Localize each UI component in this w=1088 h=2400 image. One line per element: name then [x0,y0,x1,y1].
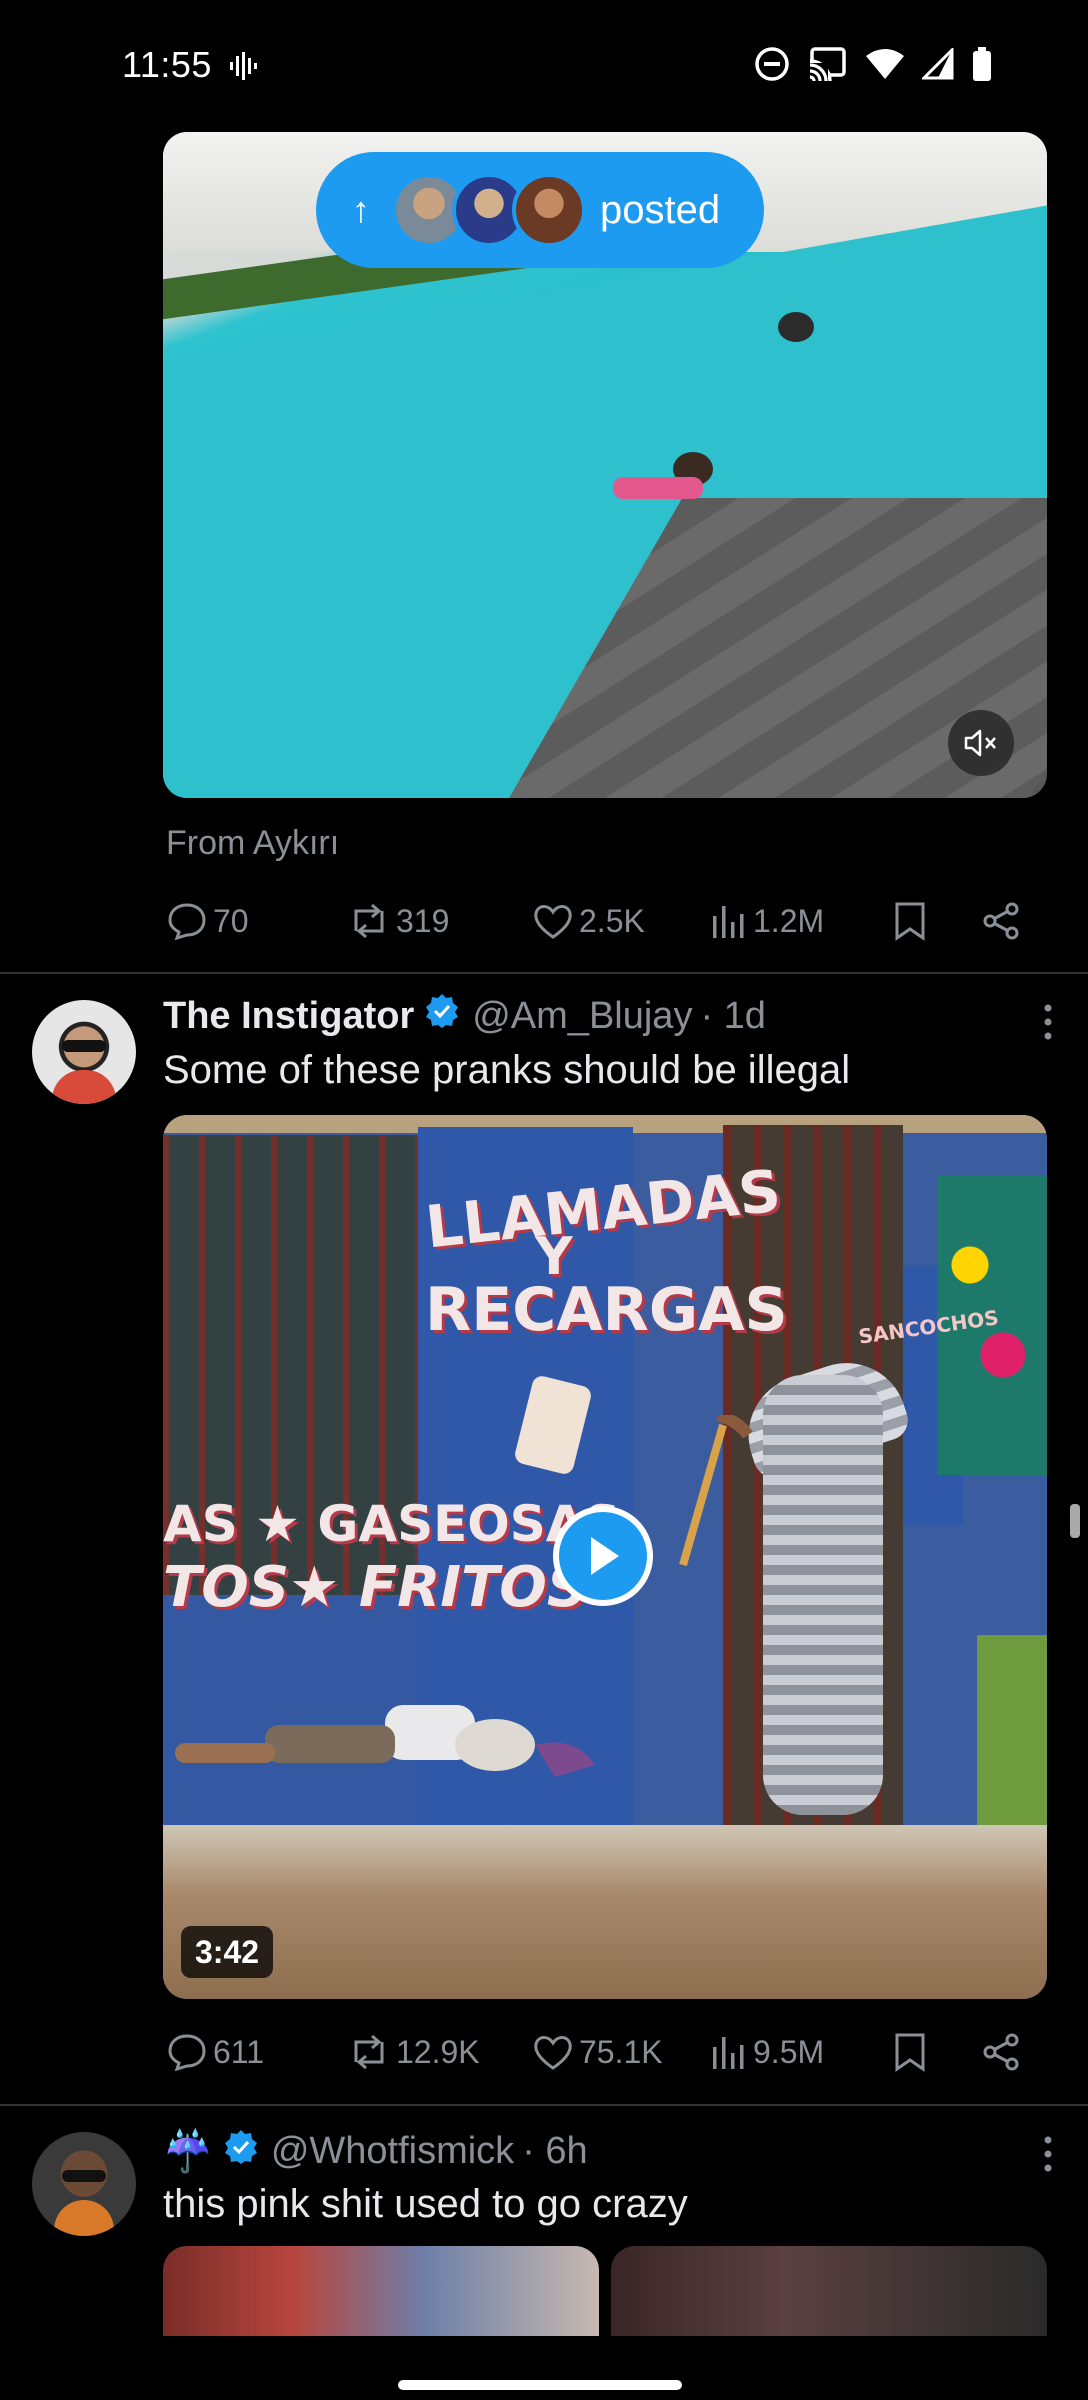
hand-with-broom [679,1415,753,1567]
more-options-icon[interactable] [1042,1004,1054,1045]
bookmark-icon [895,2033,925,2072]
posted-pill[interactable]: ↑ posted [316,152,764,268]
voicemail-icon [228,52,258,85]
post-actions: 70 319 2.5K 1.2M [163,891,1043,951]
repost-button[interactable]: 12.9K [348,2032,480,2072]
bookmark-icon [895,902,925,941]
views-button[interactable]: 9.5M [711,2033,824,2071]
views-count: 1.2M [753,902,825,939]
do-not-disturb-icon [754,46,790,82]
cast-icon [808,47,848,81]
reply-count: 70 [213,902,249,939]
bookmark-button[interactable] [893,901,927,941]
like-count: 2.5K [579,902,645,939]
reply-icon [168,2034,206,2072]
verified-badge-icon [223,2129,259,2175]
status-icons [754,46,992,82]
sign-text: TOS★ FRITOS [163,1555,588,1620]
author-name-emoji[interactable]: ☔ [163,2128,213,2175]
heart-icon [534,905,572,939]
reply-count: 611 [213,2033,265,2070]
sign-text: RECARGAS [425,1275,788,1345]
share-icon [983,902,1019,940]
more-options-icon[interactable] [1042,2136,1054,2177]
repost-icon [354,2034,384,2070]
sign-text: AS ★ GASEOSAS [163,1495,621,1553]
like-count: 75.1K [579,2033,663,2070]
avatar [512,173,586,247]
post-media-grid [163,2246,1047,2336]
post-text: this pink shit used to go crazy [163,2182,688,2226]
post-header: The Instigator @Am_Blujay · 1d [163,993,766,1039]
views-icon [713,2037,744,2069]
author-name[interactable]: The Instigator [163,995,414,1038]
repost-count: 319 [396,902,450,939]
media-thumbnail[interactable] [611,2246,1047,2336]
author-handle[interactable]: @Am_Blujay [472,995,692,1038]
author-handle[interactable]: @Whotfismick [271,2130,514,2173]
arrow-up-icon: ↑ [352,189,370,230]
sleeping-man [175,1705,595,1777]
avatar-whotfismick[interactable] [32,2132,136,2236]
post-actions: 611 12.9K 75.1K 9.5M [163,2022,1043,2082]
reply-icon [168,903,206,941]
battery-icon [972,47,992,81]
bookmark-button[interactable] [893,2032,927,2072]
post-divider [0,972,1088,974]
speaker-muted-icon [964,729,996,757]
scrollbar-thumb[interactable] [1070,1504,1080,1538]
status-time: 11:55 [122,44,212,85]
like-button[interactable]: 75.1K [533,2033,663,2071]
heart-icon [534,2036,572,2070]
views-count: 9.5M [753,2033,825,2070]
post-divider [0,2104,1088,2106]
video-duration: 3:42 [181,1926,274,1978]
views-button[interactable]: 1.2M [711,902,824,940]
like-button[interactable]: 2.5K [533,902,645,940]
swimmer-suit [613,477,703,499]
wifi-icon [866,48,904,80]
views-icon [713,906,744,938]
play-button[interactable] [553,1506,653,1606]
repost-button[interactable]: 319 [348,901,449,941]
reply-button[interactable]: 611 [167,2032,264,2072]
source-attribution[interactable]: From Aykırı [166,824,339,863]
posted-label: posted [600,187,721,232]
verified-badge-icon [424,993,460,1039]
post-text: Some of these pranks should be illegal [163,1048,851,1092]
share-icon [983,2033,1019,2071]
post-header: ☔ @Whotfismick · 6h [163,2128,588,2175]
repost-icon [354,903,384,939]
swimmer [778,312,814,342]
play-icon [591,1537,619,1575]
mute-button[interactable] [948,710,1014,776]
share-button[interactable] [981,2032,1021,2072]
share-button[interactable] [981,901,1021,941]
avatar-the-instigator[interactable] [32,1000,136,1104]
reply-button[interactable]: 70 [167,901,249,941]
media-thumbnail[interactable] [163,2246,599,2336]
post-time: · 6h [522,2130,588,2172]
repost-count: 12.9K [396,2033,480,2070]
post-time: · 1d [700,994,766,1037]
signal-icon [922,48,954,80]
home-indicator[interactable] [398,2380,682,2390]
